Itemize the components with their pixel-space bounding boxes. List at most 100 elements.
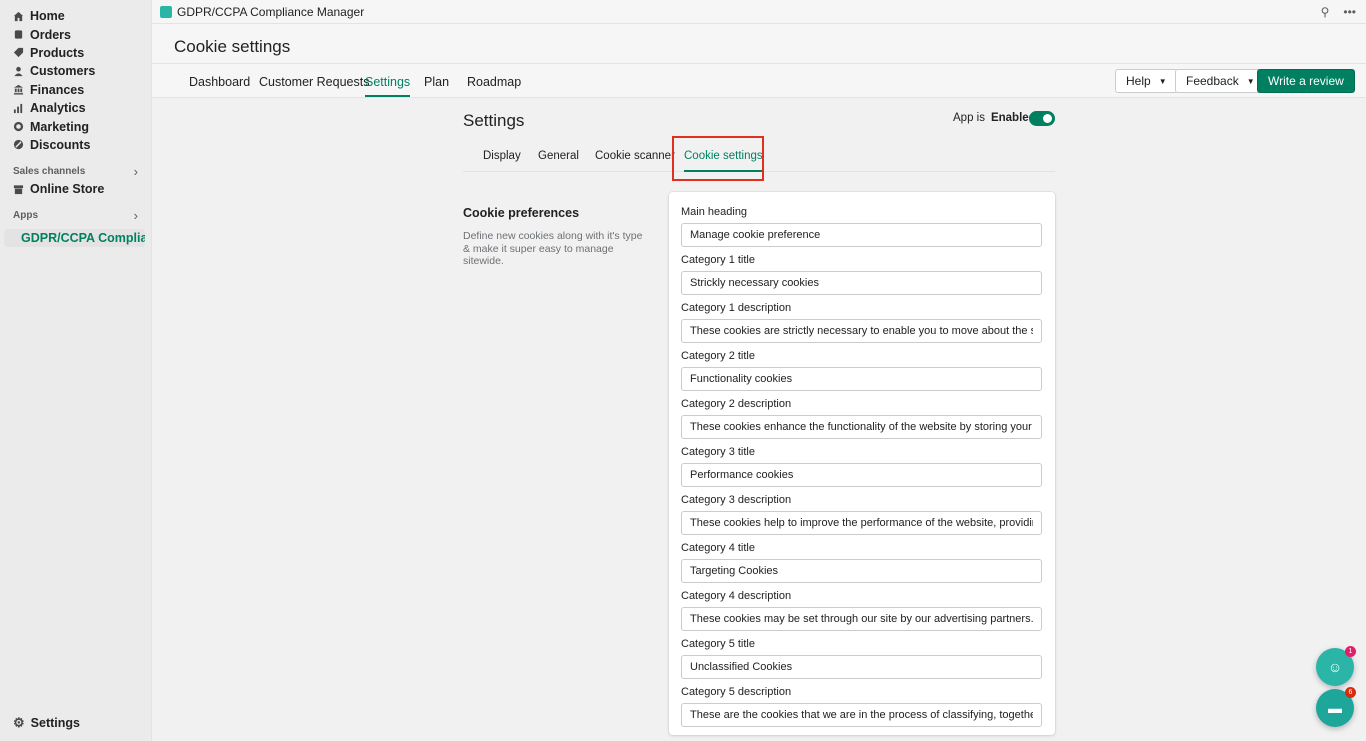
field-label: Category 3 title: [681, 446, 755, 458]
app-enabled-toggle[interactable]: [1029, 111, 1055, 126]
notification-badge: 1: [1345, 646, 1356, 657]
app-status: App is Enabled: [953, 112, 1036, 124]
gear-icon: ⚙: [13, 715, 25, 730]
cookie-preferences-title: Cookie preferences: [463, 206, 580, 220]
sales-channels-label: Sales channels: [13, 165, 86, 177]
sidebar: Home Orders Products Customers Finances …: [0, 0, 152, 741]
field-category-2-title: Category 2 title: [681, 350, 1042, 391]
field-label: Category 5 description: [681, 686, 792, 698]
sidebar-item-label: Orders: [30, 27, 71, 42]
more-icon[interactable]: •••: [1343, 5, 1356, 19]
caret-down-icon: ▼: [1246, 76, 1255, 86]
subtab-general[interactable]: General: [538, 150, 579, 162]
gift-icon: ☺: [1327, 659, 1343, 675]
category-2-description-input[interactable]: [681, 415, 1042, 439]
category-4-title-input[interactable]: [681, 559, 1042, 583]
feedback-button-label: Feedback: [1186, 74, 1239, 88]
help-button-label: Help: [1126, 74, 1151, 88]
sidebar-item-label: Customers: [30, 64, 96, 79]
tab-roadmap[interactable]: Roadmap: [467, 75, 521, 89]
sidebar-item-finances[interactable]: Finances: [0, 81, 151, 99]
settings-title: Settings: [463, 111, 525, 130]
category-4-description-input[interactable]: [681, 607, 1042, 631]
category-5-title-input[interactable]: [681, 655, 1042, 679]
chat-icon: ▬: [1328, 700, 1342, 716]
sidebar-item-label: Online Store: [30, 182, 105, 197]
target-icon: [13, 121, 24, 132]
main-heading-input[interactable]: [681, 223, 1042, 247]
chevron-right-icon: ›: [133, 208, 138, 224]
sidebar-item-orders[interactable]: Orders: [0, 25, 151, 43]
field-category-4-description: Category 4 description: [681, 590, 1042, 631]
write-review-button[interactable]: Write a review: [1257, 69, 1355, 93]
category-2-title-input[interactable]: [681, 367, 1042, 391]
write-review-label: Write a review: [1268, 74, 1344, 88]
sidebar-nav: Home Orders Products Customers Finances …: [0, 0, 151, 154]
field-label: Main heading: [681, 206, 748, 218]
sidebar-item-settings[interactable]: ⚙ Settings: [13, 715, 80, 731]
subtab-cookie-scanner[interactable]: Cookie scanner: [595, 150, 675, 162]
category-1-description-input[interactable]: [681, 319, 1042, 343]
sales-channels-header[interactable]: Sales channels ›: [0, 162, 151, 180]
sidebar-item-label: Home: [30, 9, 65, 24]
home-icon: [13, 11, 24, 22]
field-category-1-description: Category 1 description: [681, 302, 1042, 343]
tab-plan[interactable]: Plan: [424, 75, 449, 89]
sidebar-item-online-store[interactable]: Online Store: [0, 180, 151, 198]
person-icon: [13, 66, 24, 77]
sidebar-item-label: Settings: [30, 716, 80, 730]
app-title: GDPR/CCPA Compliance Manager: [177, 4, 365, 19]
field-label: Category 3 description: [681, 494, 792, 506]
cookie-preferences-description: Define new cookies along with it's type …: [463, 230, 643, 267]
feedback-button[interactable]: Feedback ▼: [1175, 69, 1266, 93]
sidebar-item-home[interactable]: Home: [0, 7, 151, 25]
sidebar-item-label: GDPR/CCPA Complianc...: [21, 230, 145, 245]
chat-button[interactable]: ▬ 6: [1316, 687, 1356, 727]
sidebar-item-active-app[interactable]: GDPR/CCPA Complianc...: [4, 228, 145, 247]
category-1-title-input[interactable]: [681, 271, 1042, 295]
cookie-preferences-card: Main heading Category 1 title Category 1…: [669, 192, 1055, 735]
caret-down-icon: ▼: [1158, 76, 1167, 86]
tab-dashboard[interactable]: Dashboard: [189, 75, 250, 89]
field-label: Category 4 title: [681, 542, 755, 554]
field-category-5-title: Category 5 title: [681, 638, 1042, 679]
tab-settings[interactable]: Settings: [365, 75, 411, 97]
field-category-2-description: Category 2 description: [681, 398, 1042, 439]
category-5-description-input[interactable]: [681, 703, 1042, 727]
sidebar-item-label: Analytics: [30, 101, 86, 116]
field-label: Category 1 title: [681, 254, 755, 266]
field-label: Category 1 description: [681, 302, 792, 314]
store-icon: [13, 184, 24, 195]
bar-chart-icon: [13, 103, 24, 114]
sidebar-item-label: Products: [30, 45, 85, 60]
field-main-heading: Main heading: [681, 206, 1042, 247]
apps-label: Apps: [13, 210, 38, 222]
field-category-1-title: Category 1 title: [681, 254, 1042, 295]
notification-badge: 6: [1345, 687, 1356, 698]
sidebar-item-marketing[interactable]: Marketing: [0, 117, 151, 135]
app-topbar: GDPR/CCPA Compliance Manager ⚲ •••: [152, 0, 1366, 24]
field-category-4-title: Category 4 title: [681, 542, 1042, 583]
sidebar-item-analytics[interactable]: Analytics: [0, 99, 151, 117]
sidebar-item-products[interactable]: Products: [0, 44, 151, 62]
sidebar-item-discounts[interactable]: Discounts: [0, 136, 151, 154]
field-label: Category 2 title: [681, 350, 755, 362]
field-label: Category 4 description: [681, 590, 792, 602]
orders-icon: [13, 29, 24, 40]
apps-header[interactable]: Apps ›: [0, 207, 151, 225]
category-3-description-input[interactable]: [681, 511, 1042, 535]
field-category-5-description: Category 5 description: [681, 686, 1042, 727]
subtab-display[interactable]: Display: [483, 150, 521, 162]
floating-helper-button[interactable]: ☺ 1: [1316, 646, 1356, 686]
page-header: Cookie settings: [152, 24, 1366, 64]
pin-icon[interactable]: ⚲: [1321, 5, 1330, 19]
field-label: Category 2 description: [681, 398, 792, 410]
tab-customer-requests[interactable]: Customer Requests: [259, 75, 369, 89]
annotation-highlight-box: [672, 136, 764, 181]
field-label: Category 5 title: [681, 638, 755, 650]
category-3-title-input[interactable]: [681, 463, 1042, 487]
main-tabbar: Dashboard Customer Requests Settings Pla…: [152, 64, 1366, 98]
sidebar-item-customers[interactable]: Customers: [0, 62, 151, 80]
help-button[interactable]: Help ▼: [1115, 69, 1178, 93]
chevron-right-icon: ›: [133, 163, 138, 179]
